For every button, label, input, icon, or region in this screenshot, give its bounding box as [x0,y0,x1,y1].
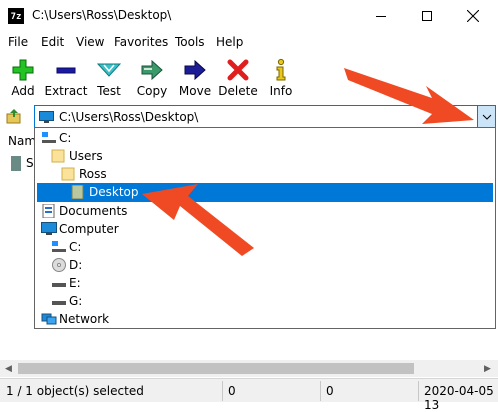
dropdown-item-label: E: [69,276,81,290]
chevron-down-icon [482,114,492,120]
maximize-button[interactable] [404,0,450,32]
status-size: 0 [228,384,236,398]
dropdown-item-label: Network [59,312,110,326]
status-bar: 1 / 1 object(s) selected 0 0 2020-04-05 … [0,378,498,412]
add-label: Add [11,84,35,98]
scrollbar-thumb[interactable] [18,363,414,374]
dropdown-item-label: C: [69,240,82,254]
menu-favorites[interactable]: Favorites [114,35,168,49]
app-icon: 7z [8,8,24,24]
status-divider [222,381,223,401]
dropdown-item-label: C: [59,131,72,145]
dropdown-item-c-drive[interactable]: C: [37,129,493,147]
add-icon [12,59,34,81]
copy-button[interactable]: Copy [130,56,174,100]
annotation-arrow-icon [344,68,474,124]
dropdown-item-label: Documents [59,204,128,218]
address-dropdown-list: C: Users Ross Desktop Documents Computer [34,127,496,329]
delete-icon [227,59,249,81]
scroll-left-icon[interactable]: ◀ [5,364,12,374]
cd-drive-icon [52,258,66,272]
add-button[interactable]: Add [1,56,45,100]
menu-view[interactable]: View [76,35,104,49]
minimize-icon [376,16,386,17]
test-label: Test [97,84,121,98]
dropdown-item-documents[interactable]: Documents [37,202,493,220]
folder-icon [61,167,75,181]
close-button[interactable] [450,0,496,32]
dropdown-item-users[interactable]: Users [37,147,493,165]
info-label: Info [269,84,293,98]
test-icon [97,63,121,77]
window-title: C:\Users\Ross\Desktop\ [32,8,172,22]
delete-label: Delete [218,84,258,98]
dropdown-item-label: G: [69,294,83,308]
dropdown-item-label: D: [69,258,83,272]
dropdown-item-label: Computer [59,222,119,236]
computer-icon [41,222,57,235]
address-input[interactable]: C:\Users\Ross\Desktop\ [59,110,198,124]
move-label: Move [178,84,212,98]
move-icon [184,59,206,81]
test-button[interactable]: Test [87,56,131,100]
status-divider [320,381,321,401]
dropdown-item-label: Desktop [89,185,139,199]
network-icon [41,313,57,325]
extract-button[interactable]: Extract [44,56,88,100]
column-header-name[interactable]: Nam [8,134,36,148]
info-icon [276,58,286,81]
dropdown-item-network[interactable]: Network [37,310,493,328]
drive-icon [52,283,66,287]
scroll-right-icon[interactable]: ▶ [484,364,491,374]
dropdown-item-d-drive[interactable]: D: [37,256,493,274]
status-selection: 1 / 1 object(s) selected [6,384,144,398]
menu-edit[interactable]: Edit [41,35,64,49]
menu-help[interactable]: Help [216,35,243,49]
drive-icon [52,301,66,305]
copy-icon [141,59,163,81]
copy-label: Copy [136,84,168,98]
file-icon [11,156,21,171]
status-date: 2020-04-05 13 [424,384,494,412]
dropdown-item-c-drive-2[interactable]: C: [37,238,493,256]
delete-button[interactable]: Delete [216,56,260,100]
dropdown-item-label: Users [69,149,103,163]
menu-file[interactable]: File [8,35,28,49]
dropdown-item-desktop[interactable]: Desktop [37,183,493,201]
maximize-icon [422,11,432,21]
info-button[interactable]: Info [259,56,303,100]
dropdown-item-g-drive[interactable]: G: [37,292,493,310]
documents-icon [42,204,55,218]
dropdown-item-ross[interactable]: Ross [37,165,493,183]
menu-bar: File Edit View Favorites Tools Help [0,32,498,52]
drive-icon [42,132,56,143]
minimize-button[interactable] [358,0,404,32]
computer-icon [39,111,54,123]
dropdown-item-computer[interactable]: Computer [37,220,493,238]
annotation-arrow-icon [142,184,254,256]
close-icon [467,10,479,22]
desktop-folder-icon [71,185,84,199]
menu-tools[interactable]: Tools [175,35,205,49]
horizontal-scrollbar[interactable]: ◀ ▶ [0,360,498,377]
status-divider [418,381,419,401]
folder-up-icon[interactable] [6,108,22,124]
dropdown-item-label: Ross [79,167,107,181]
extract-label: Extract [44,84,88,98]
dropdown-item-e-drive[interactable]: E: [37,274,493,292]
status-packed-size: 0 [326,384,334,398]
extract-icon [56,67,76,74]
drive-icon [52,241,66,252]
move-button[interactable]: Move [173,56,217,100]
title-bar: 7z C:\Users\Ross\Desktop\ [0,0,498,32]
folder-icon [51,149,65,163]
